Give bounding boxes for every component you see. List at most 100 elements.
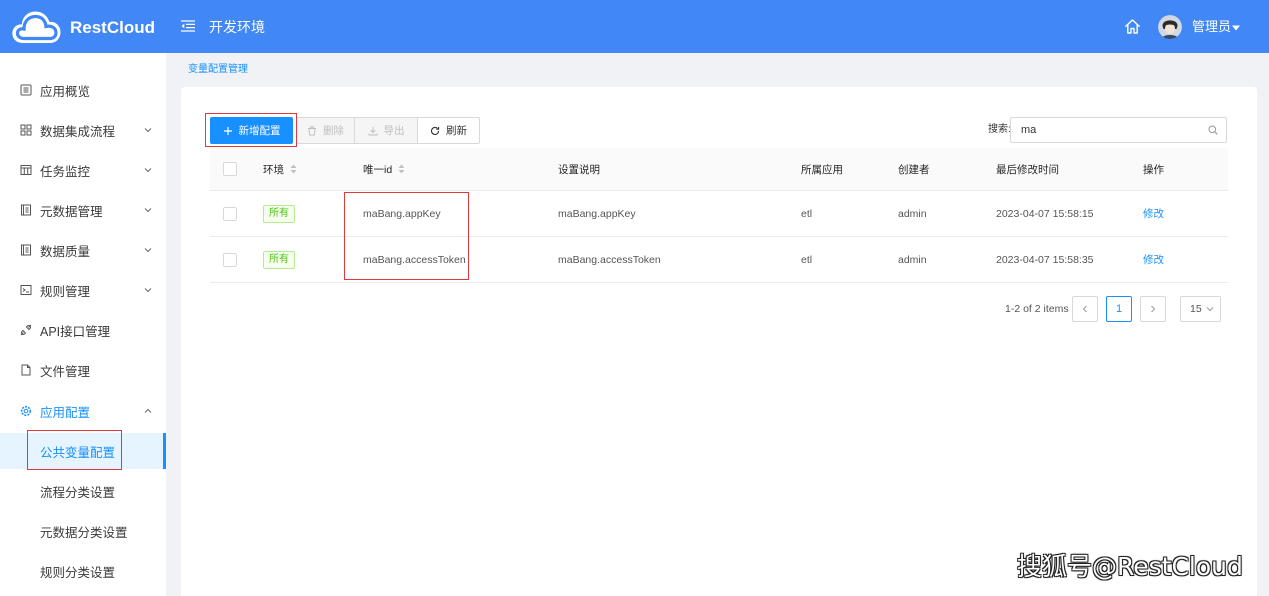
column-header-label: 创建者 xyxy=(898,163,930,176)
sort-icon[interactable] xyxy=(398,164,405,174)
sidebar-item-app-overview[interactable]: 应用概览 xyxy=(0,70,166,110)
delete-label: 删除 xyxy=(323,125,344,137)
actions-cell: 修改 xyxy=(1143,252,1228,267)
download-icon xyxy=(368,126,377,135)
sidebar-item-task-monitor[interactable]: 任务监控 xyxy=(0,150,166,190)
column-header-modified: 最后修改时间 xyxy=(996,162,1143,177)
breadcrumb[interactable]: 变量配置管理 xyxy=(188,64,248,76)
search-input[interactable] xyxy=(1010,117,1227,143)
content-card: 新增配置 删除 导出 刷新 搜索: 环境 唯一id 设置说明 所属应用 创建 xyxy=(181,87,1257,596)
environment-title: 开发环境 xyxy=(209,19,265,35)
top-header: RestCloud 开发环境 管理员 xyxy=(0,0,1269,53)
watermark: 搜狐号@RestCloud xyxy=(1017,552,1243,581)
description-cell: maBang.appKey xyxy=(558,207,636,220)
sidebar-item-rules[interactable]: 规则管理 xyxy=(0,270,166,310)
sidebar-item-label: API接口管理 xyxy=(40,324,111,339)
caret-down-icon[interactable] xyxy=(1232,25,1240,31)
column-header-label: 最后修改时间 xyxy=(996,163,1059,176)
export-button[interactable]: 导出 xyxy=(354,117,418,144)
column-header-label: 设置说明 xyxy=(558,163,600,176)
sidebar-item-label: 应用配置 xyxy=(40,405,91,420)
monitor-icon xyxy=(20,165,32,175)
chevron-up-icon xyxy=(144,408,152,413)
table-header-row: 环境 唯一id 设置说明 所属应用 创建者 最后修改时间 操作 xyxy=(210,148,1228,191)
chevron-down-icon xyxy=(144,128,152,133)
delete-button[interactable]: 删除 xyxy=(296,117,355,144)
next-page-button[interactable] xyxy=(1140,296,1166,322)
row-checkbox[interactable] xyxy=(223,252,237,267)
sidebar-item-metadata[interactable]: 元数据管理 xyxy=(0,190,166,230)
checkbox-cell xyxy=(210,206,263,221)
chevron-down-icon xyxy=(144,208,152,213)
modified-cell: 2023-04-07 15:58:35 xyxy=(996,253,1094,266)
profile-icon xyxy=(20,84,32,96)
code-icon xyxy=(20,285,32,295)
description-cell: maBang.accessToken xyxy=(558,253,661,266)
page-button-current[interactable]: 1 xyxy=(1106,296,1132,322)
edit-link[interactable]: 修改 xyxy=(1143,252,1164,267)
avatar[interactable] xyxy=(1158,15,1182,39)
sidebar-item-label: 数据质量 xyxy=(40,244,91,259)
sidebar-subitem-label: 流程分类设置 xyxy=(40,485,116,500)
column-header-id[interactable]: 唯一id xyxy=(363,162,558,177)
creator-cell: admin xyxy=(898,207,927,220)
app-name: RestCloud xyxy=(70,18,155,37)
cloud-logo-icon xyxy=(12,11,61,43)
sidebar-item-api[interactable]: API接口管理 xyxy=(0,310,166,350)
sidebar-item-data-quality[interactable]: 数据质量 xyxy=(0,230,166,270)
refresh-label: 刷新 xyxy=(446,125,467,137)
id-cell: maBang.accessToken xyxy=(363,253,466,266)
sidebar-item-label: 元数据管理 xyxy=(40,204,103,219)
env-cell: 所有 xyxy=(263,250,363,269)
app-cell: etl xyxy=(801,207,813,220)
sidebar-item-app-config[interactable]: 应用配置 xyxy=(0,391,166,431)
app-cell: etl xyxy=(801,253,813,266)
sidebar-subitem-metadata-categories[interactable]: 元数据分类设置 xyxy=(0,513,166,549)
add-config-button[interactable]: 新增配置 xyxy=(210,117,293,144)
sidebar-item-files[interactable]: 文件管理 xyxy=(0,350,166,390)
search-icon[interactable] xyxy=(1208,125,1218,135)
edit-link[interactable]: 修改 xyxy=(1143,206,1164,221)
chevron-down-icon xyxy=(144,288,152,293)
refresh-button[interactable]: 刷新 xyxy=(417,117,480,144)
logo[interactable]: RestCloud xyxy=(10,6,160,48)
sidebar-item-label: 任务监控 xyxy=(40,164,91,179)
table-row: 所有 maBang.accessToken maBang.accessToken… xyxy=(210,237,1228,283)
book-icon xyxy=(21,244,31,256)
search-label: 搜索: xyxy=(988,124,1011,135)
prev-page-button[interactable] xyxy=(1072,296,1098,322)
book-icon xyxy=(21,204,31,216)
chevron-left-icon xyxy=(1082,305,1087,313)
menu-fold-icon[interactable] xyxy=(181,20,195,32)
chevron-right-icon xyxy=(1151,305,1156,313)
plus-icon xyxy=(223,126,232,135)
variables-table: 环境 唯一id 设置说明 所属应用 创建者 最后修改时间 操作 所有 maBan… xyxy=(210,148,1228,283)
sidebar-item-data-integration[interactable]: 数据集成流程 xyxy=(0,110,166,150)
sidebar-item-label: 文件管理 xyxy=(40,364,91,379)
select-all-checkbox[interactable] xyxy=(223,162,237,176)
chevron-down-icon xyxy=(144,248,152,253)
sidebar: 应用概览 数据集成流程 任务监控 元数据管理 数据质量 规则管理 API接口管理… xyxy=(0,53,166,596)
checkbox-cell xyxy=(210,252,263,267)
setting-icon xyxy=(20,405,32,417)
reload-icon xyxy=(431,126,440,135)
column-header-creator: 创建者 xyxy=(898,162,996,177)
column-header-env[interactable]: 环境 xyxy=(263,162,363,177)
appstore-icon xyxy=(20,124,32,136)
chevron-down-icon xyxy=(1206,307,1214,312)
sort-icon[interactable] xyxy=(290,164,297,174)
home-icon[interactable] xyxy=(1124,18,1141,35)
page-size-select[interactable]: 15 xyxy=(1180,296,1221,322)
creator-cell: admin xyxy=(898,253,927,266)
sidebar-subitem-public-variables[interactable]: 公共变量配置 xyxy=(0,433,166,469)
sidebar-item-label: 应用概览 xyxy=(40,84,91,99)
chevron-down-icon xyxy=(144,168,152,173)
sidebar-subitem-label: 规则分类设置 xyxy=(40,565,116,580)
sidebar-subitem-rule-categories[interactable]: 规则分类设置 xyxy=(0,553,166,589)
column-header-label: 环境 xyxy=(263,163,284,176)
row-checkbox[interactable] xyxy=(223,206,237,221)
sidebar-subitem-flow-categories[interactable]: 流程分类设置 xyxy=(0,473,166,509)
env-tag: 所有 xyxy=(263,204,295,223)
user-name[interactable]: 管理员 xyxy=(1192,19,1231,35)
pagination-summary: 1-2 of 2 items xyxy=(1005,303,1069,315)
